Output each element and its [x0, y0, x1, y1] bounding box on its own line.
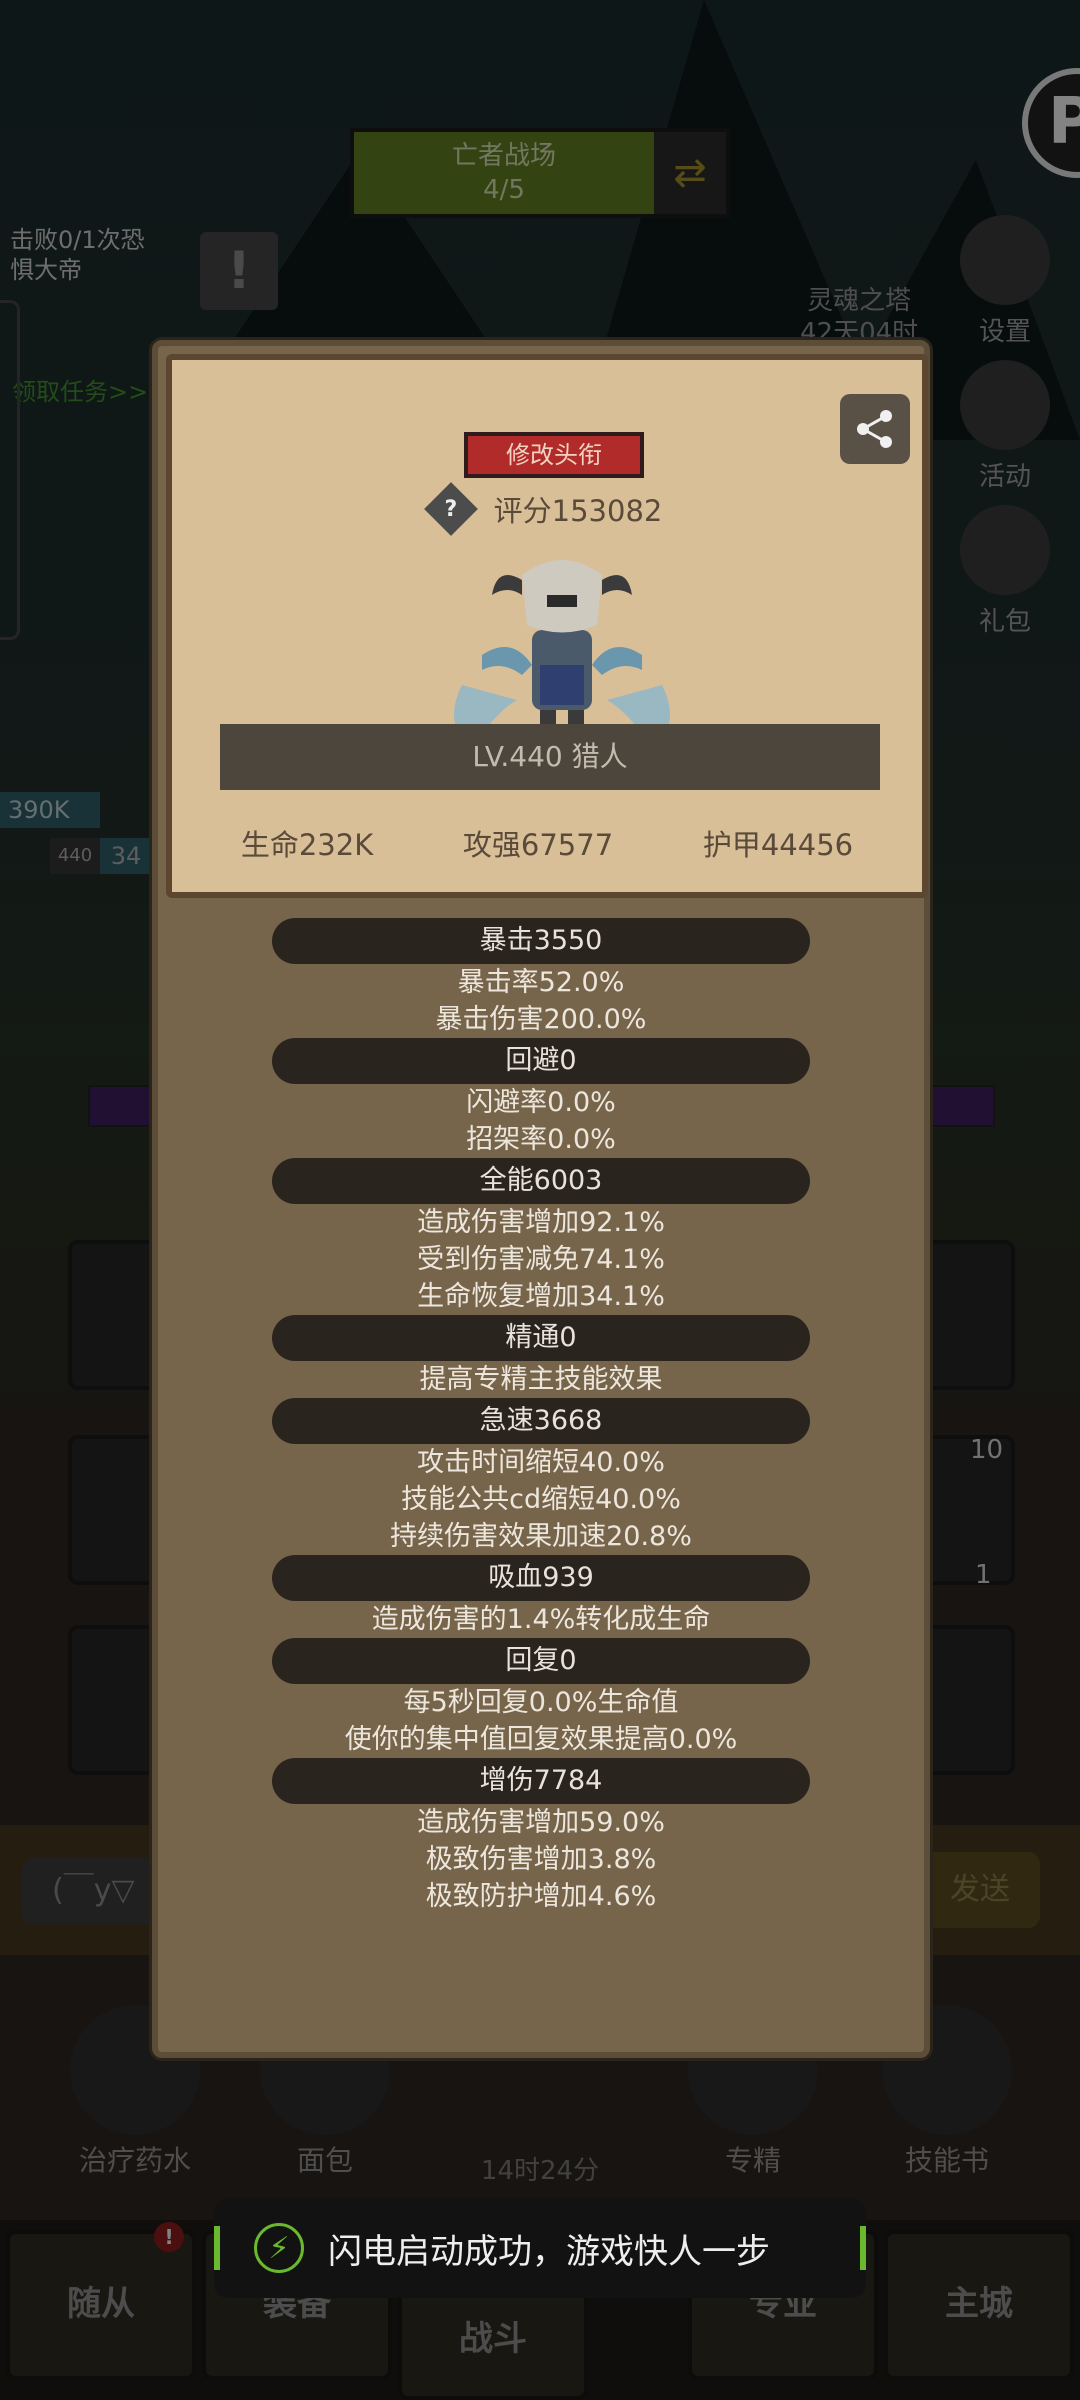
stat-haste-header: 急速3668: [272, 1398, 810, 1444]
stat-line: 暴击率52.0%: [457, 967, 625, 998]
stat-line: 造成伤害的1.4%转化成生命: [371, 1604, 711, 1635]
score-label: 评分153082: [493, 494, 663, 528]
stat-line: 每5秒回复0.0%生命值: [403, 1687, 679, 1718]
attack-power-stat: 攻强67577: [462, 828, 614, 862]
share-icon: [857, 410, 892, 448]
toast-accent: [860, 2226, 866, 2270]
stat-line: 闪避率0.0%: [466, 1087, 616, 1118]
stat-line: 使你的集中值回复效果提高0.0%: [344, 1724, 738, 1755]
stat-mastery-header: 精通0: [272, 1315, 810, 1361]
stat-line: 攻击时间缩短40.0%: [417, 1447, 665, 1478]
stat-line: 极致防护增加4.6%: [425, 1881, 657, 1912]
score-row: ? 评分153082: [172, 482, 922, 536]
stat-line: 提高专精主技能效果: [419, 1364, 663, 1395]
stat-line: 生命恢复增加34.1%: [417, 1281, 665, 1312]
edit-title-button[interactable]: 修改头衔: [464, 432, 644, 478]
stat-leech-header: 吸血939: [272, 1555, 810, 1601]
hp-stat: 生命232K: [240, 828, 374, 862]
share-button[interactable]: [840, 394, 910, 464]
stat-line: 极致伤害增加3.8%: [425, 1844, 657, 1875]
stat-line: 招架率0.0%: [466, 1124, 616, 1155]
stat-crit-header: 暴击3550: [272, 918, 810, 964]
toast-message: 闪电启动成功，游戏快人一步: [328, 2231, 770, 2272]
stat-line: 造成伤害增加59.0%: [417, 1807, 665, 1838]
stat-regen-header: 回复0: [272, 1638, 810, 1684]
armor-stat: 护甲44456: [702, 828, 854, 862]
stat-line: 受到伤害减免74.1%: [417, 1244, 665, 1275]
hero-card: 修改头衔 ? 评分153082 LV.440 猎人 生命232K 攻强67577…: [166, 354, 928, 898]
toast-notification: ⚡ 闪电启动成功，游戏快人一步: [214, 2198, 866, 2298]
basic-stats: 生命232K 攻强67577 护甲44456: [172, 822, 922, 864]
stats-dialog: 修改头衔 ? 评分153082 LV.440 猎人 生命232K 攻强67577…: [152, 340, 930, 2058]
stat-line: 暴击伤害200.0%: [435, 1004, 647, 1035]
stat-avoidance-header: 回避0: [272, 1038, 810, 1084]
stat-line: 技能公共cd缩短40.0%: [401, 1484, 681, 1515]
stat-line: 持续伤害效果加速20.8%: [390, 1521, 692, 1552]
toast-accent: [214, 2226, 220, 2270]
hero-name-bar: LV.440 猎人: [220, 724, 880, 790]
lightning-icon: ⚡: [254, 2223, 304, 2273]
stat-damage-bonus-header: 增伤7784: [272, 1758, 810, 1804]
help-icon[interactable]: ?: [423, 482, 478, 536]
stats-list: 暴击3550 暴击率52.0% 暴击伤害200.0% 回避0 闪避率0.0% 招…: [158, 918, 924, 1915]
stat-versatility-header: 全能6003: [272, 1158, 810, 1204]
stat-line: 造成伤害增加92.1%: [417, 1207, 665, 1238]
